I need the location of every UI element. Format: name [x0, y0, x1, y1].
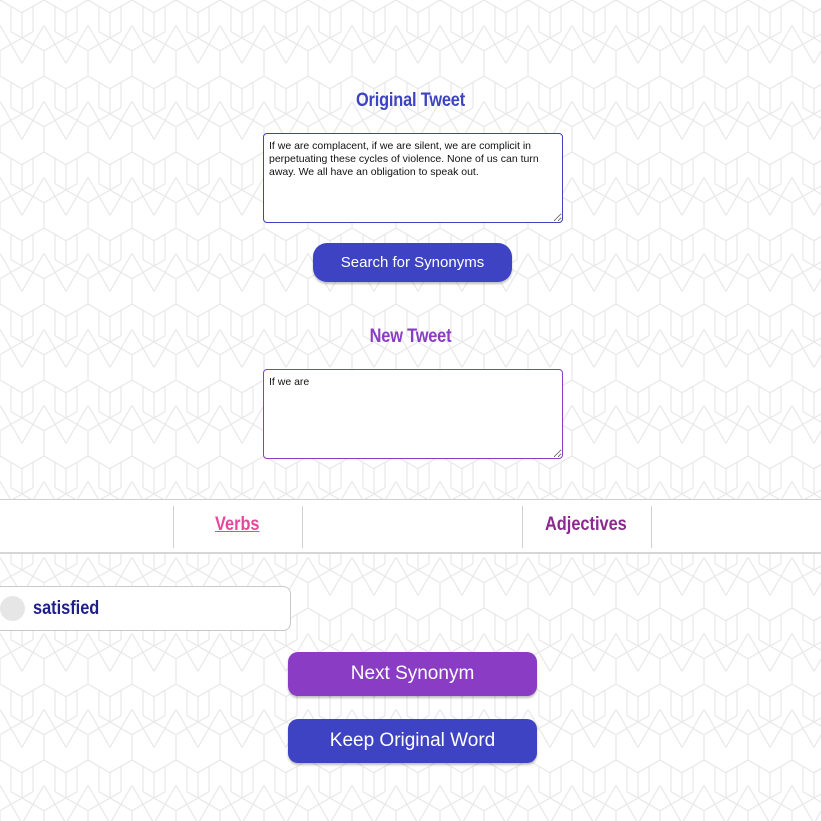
- original-tweet-textarea[interactable]: If we are complacent, if we are silent, …: [263, 133, 563, 223]
- keep-original-word-button[interactable]: Keep Original Word: [288, 719, 537, 763]
- tab-divider: [302, 506, 303, 548]
- synonym-radio[interactable]: [0, 596, 25, 621]
- tab-divider: [651, 506, 652, 548]
- tab-adjectives[interactable]: Adjectives: [545, 514, 627, 536]
- original-tweet-heading: Original Tweet: [356, 90, 465, 111]
- synonym-option[interactable]: satisfied: [0, 586, 291, 631]
- synonym-label: satisfied: [33, 598, 100, 619]
- search-synonyms-button[interactable]: Search for Synonyms: [313, 243, 512, 282]
- new-tweet-heading: New Tweet: [369, 326, 452, 347]
- next-synonym-button[interactable]: Next Synonym: [288, 652, 537, 696]
- tab-divider: [173, 506, 174, 548]
- tab-divider: [522, 506, 523, 548]
- part-of-speech-tabs: Verbs Adjectives: [0, 499, 821, 554]
- new-tweet-textarea[interactable]: If we are: [263, 369, 563, 459]
- tab-verbs[interactable]: Verbs: [215, 514, 260, 536]
